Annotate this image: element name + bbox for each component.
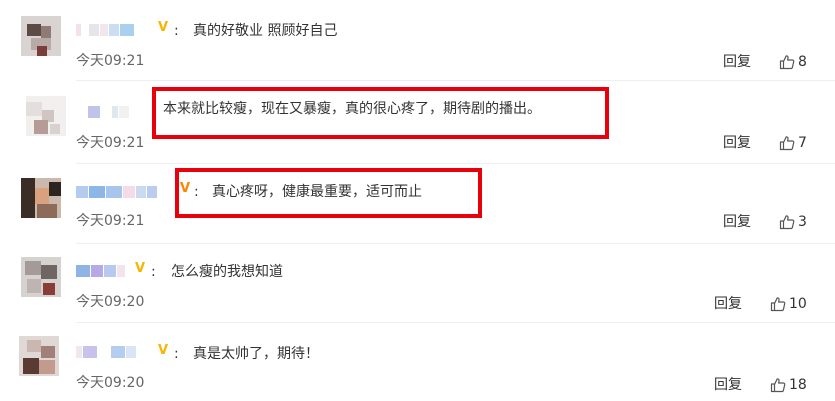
reply-button[interactable]: 回复 bbox=[714, 376, 742, 394]
comment-timestamp: 今天09:20 bbox=[76, 375, 145, 391]
comment-item: V : 真的好敬业 照顾好自己 今天09:21 回复 8 bbox=[0, 0, 835, 81]
comment-colon: : bbox=[174, 23, 179, 39]
comment-text: 真是太帅了，期待！ bbox=[193, 346, 319, 362]
thumbs-up-icon bbox=[770, 378, 786, 393]
verified-v-icon: V bbox=[158, 20, 169, 35]
reply-button[interactable]: 回复 bbox=[723, 53, 751, 71]
thumbs-up-icon bbox=[770, 297, 786, 312]
like-button[interactable]: 3 bbox=[779, 213, 807, 231]
thumbs-up-icon bbox=[779, 136, 795, 151]
avatar[interactable] bbox=[21, 257, 61, 297]
comment-colon: : bbox=[151, 264, 156, 280]
comment-text: 真的好敬业 照顾好自己 bbox=[193, 23, 338, 39]
comment-timestamp: 今天09:21 bbox=[76, 213, 145, 229]
thumbs-up-icon bbox=[779, 215, 795, 230]
verified-v-icon: V bbox=[158, 343, 169, 358]
blurred-username[interactable] bbox=[88, 106, 129, 118]
reply-button[interactable]: 回复 bbox=[723, 213, 751, 231]
like-button[interactable]: 18 bbox=[770, 376, 807, 394]
thumbs-up-icon bbox=[779, 55, 795, 70]
comment-item: V : 真是太帅了，期待！ 今天09:20 回复 18 bbox=[0, 322, 835, 401]
like-count: 7 bbox=[798, 135, 807, 151]
comment-timestamp: 今天09:21 bbox=[76, 53, 145, 69]
avatar[interactable] bbox=[21, 178, 61, 218]
comment-timestamp: 今天09:20 bbox=[76, 294, 145, 310]
avatar[interactable] bbox=[26, 96, 66, 136]
like-button[interactable]: 10 bbox=[770, 295, 807, 313]
like-button[interactable]: 8 bbox=[779, 53, 807, 71]
blurred-username[interactable] bbox=[76, 186, 157, 198]
avatar[interactable] bbox=[19, 336, 59, 376]
comment-timestamp: 今天09:21 bbox=[76, 135, 145, 151]
highlight-box bbox=[152, 87, 609, 139]
blurred-username[interactable] bbox=[76, 265, 136, 277]
comment-colon: : bbox=[174, 346, 179, 362]
like-count: 3 bbox=[798, 214, 807, 230]
verified-v-icon: V bbox=[135, 261, 146, 276]
like-count: 8 bbox=[798, 54, 807, 70]
comment-item: V : 怎么瘦的我想知道 今天09:20 回复 10 bbox=[0, 243, 835, 323]
highlight-box bbox=[175, 168, 482, 218]
like-count: 10 bbox=[789, 296, 807, 312]
like-button[interactable]: 7 bbox=[779, 134, 807, 152]
like-count: 18 bbox=[789, 377, 807, 393]
blurred-username[interactable] bbox=[76, 24, 134, 36]
comment-text: 怎么瘦的我想知道 bbox=[171, 264, 283, 280]
blurred-username[interactable] bbox=[76, 346, 136, 358]
avatar[interactable] bbox=[21, 16, 61, 56]
reply-button[interactable]: 回复 bbox=[714, 295, 742, 313]
reply-button[interactable]: 回复 bbox=[723, 134, 751, 152]
